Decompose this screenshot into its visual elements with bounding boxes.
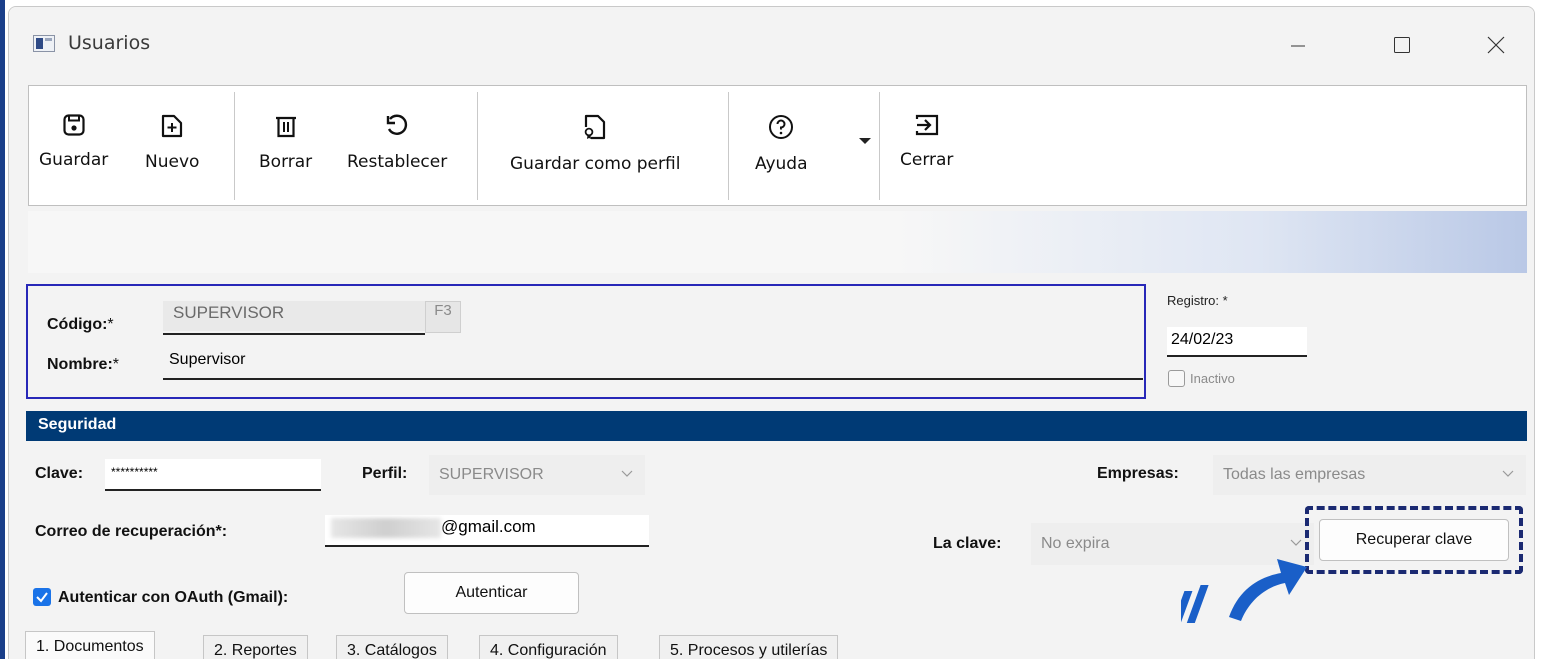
reset-label: Restablecer: [347, 152, 448, 172]
trash-icon: [275, 116, 296, 138]
save-profile-label: Guardar como perfil: [510, 154, 681, 174]
help-icon: [769, 115, 794, 139]
f3-lookup-button[interactable]: F3: [425, 301, 461, 333]
new-document-icon: [162, 114, 183, 138]
oauth-checkbox[interactable]: [33, 588, 51, 606]
recovery-email-domain: @gmail.com: [441, 517, 536, 536]
chevron-down-icon: [1502, 470, 1514, 477]
oauth-label: Autenticar con OAuth (Gmail):: [58, 589, 289, 606]
help-dropdown-caret[interactable]: [859, 138, 871, 144]
check-icon: [36, 592, 48, 603]
profile-select[interactable]: SUPERVISOR: [429, 455, 645, 495]
maximize-icon: [1394, 37, 1410, 53]
new-button[interactable]: Nuevo: [145, 94, 199, 194]
window-title: Usuarios: [68, 32, 151, 54]
save-button[interactable]: Guardar: [39, 94, 108, 194]
password-underline: [105, 489, 321, 491]
name-label: Nombre:*: [47, 356, 120, 373]
toolbar-separator: [728, 92, 729, 200]
registro-label: Registro: *: [1167, 293, 1228, 308]
name-input[interactable]: Supervisor: [163, 349, 1143, 379]
security-section-header: Seguridad: [26, 411, 1527, 441]
help-label: Ayuda: [755, 154, 808, 174]
undo-icon: [386, 114, 408, 135]
inactive-checkbox[interactable]: [1168, 370, 1185, 387]
name-underline: [163, 378, 1143, 380]
save-profile-button[interactable]: Guardar como perfil: [510, 94, 680, 194]
toolbar: Guardar Nuevo Borrar Restablecer Guardar…: [28, 85, 1527, 206]
inactive-label: Inactivo: [1190, 371, 1235, 386]
expiry-value: No expira: [1041, 535, 1110, 552]
code-label: Código:*: [47, 316, 114, 333]
profile-document-icon: [584, 114, 606, 140]
minimize-button[interactable]: [1275, 25, 1321, 65]
left-edge-accent: [0, 0, 5, 659]
close-label: Cerrar: [900, 150, 954, 170]
recovery-email-input[interactable]: @gmail.com: [325, 515, 649, 545]
save-label: Guardar: [39, 150, 109, 170]
companies-select[interactable]: Todas las empresas: [1213, 455, 1526, 495]
registro-underline: [1167, 355, 1307, 357]
authenticate-button[interactable]: Autenticar: [404, 572, 579, 614]
minimize-icon: [1291, 45, 1305, 47]
companies-value: Todas las empresas: [1223, 466, 1366, 483]
profile-label: Perfil:: [362, 465, 408, 482]
registro-date-field[interactable]: 24/02/23: [1167, 327, 1307, 357]
help-button[interactable]: Ayuda: [755, 94, 808, 194]
password-input[interactable]: **********: [105, 459, 321, 489]
tab-reportes[interactable]: 2. Reportes: [203, 635, 308, 659]
tab-documentos[interactable]: 1. Documentos: [25, 631, 155, 659]
close-window-button[interactable]: [1473, 25, 1519, 65]
recovery-email-label: Correo de recuperación*:: [35, 523, 228, 540]
title-bar: Usuarios: [9, 7, 1534, 81]
redacted-email-user: [331, 517, 441, 538]
save-icon: [63, 114, 85, 136]
maximize-button[interactable]: [1379, 25, 1425, 65]
close-button[interactable]: Cerrar: [900, 94, 953, 194]
gradient-band: [28, 211, 1527, 273]
chevron-down-icon: [1290, 539, 1302, 546]
recover-password-button[interactable]: Recuperar clave: [1319, 519, 1509, 561]
delete-label: Borrar: [259, 152, 313, 172]
toolbar-separator: [477, 92, 478, 200]
tab-catalogos[interactable]: 3. Catálogos: [336, 635, 448, 659]
reset-button[interactable]: Restablecer: [347, 94, 447, 194]
new-label: Nuevo: [145, 152, 200, 172]
app-icon: [33, 35, 55, 52]
companies-label: Empresas:: [1097, 465, 1179, 482]
toolbar-separator: [234, 92, 235, 200]
toolbar-separator: [879, 92, 880, 200]
close-icon: [1487, 36, 1505, 54]
exit-icon: [915, 114, 938, 136]
code-input[interactable]: SUPERVISOR: [163, 301, 425, 331]
tab-configuracion[interactable]: 4. Configuración: [479, 635, 618, 659]
chevron-down-icon: [621, 470, 633, 477]
profile-value: SUPERVISOR: [439, 466, 544, 483]
expiry-label: La clave:: [933, 535, 1002, 552]
usuarios-window: Usuarios Guardar Nuevo Borrar Restablece…: [8, 6, 1535, 659]
recovery-email-underline: [325, 545, 649, 547]
password-label: Clave:: [35, 465, 84, 482]
delete-button[interactable]: Borrar: [259, 94, 312, 194]
pointer-arrow-icon: [1181, 559, 1307, 623]
code-underline: [163, 333, 425, 335]
tab-procesos-utilerias[interactable]: 5. Procesos y utilerías: [659, 635, 839, 659]
